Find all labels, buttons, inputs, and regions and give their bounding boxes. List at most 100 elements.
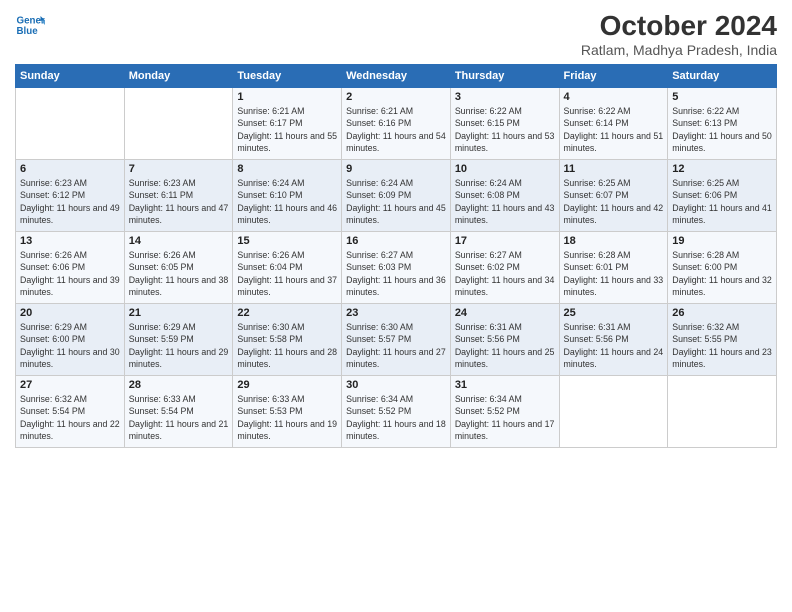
week-row-3: 13 Sunrise: 6:26 AMSunset: 6:06 PMDaylig…: [16, 232, 777, 304]
logo: General Blue: [15, 10, 45, 40]
calendar-cell: 11 Sunrise: 6:25 AMSunset: 6:07 PMDaylig…: [559, 160, 668, 232]
col-saturday: Saturday: [668, 65, 777, 88]
sunrise-info: Sunrise: 6:34 AMSunset: 5:52 PMDaylight:…: [455, 394, 555, 441]
day-number: 28: [129, 379, 229, 391]
calendar-cell: 13 Sunrise: 6:26 AMSunset: 6:06 PMDaylig…: [16, 232, 125, 304]
day-number: 31: [455, 379, 555, 391]
calendar-cell: 29 Sunrise: 6:33 AMSunset: 5:53 PMDaylig…: [233, 376, 342, 448]
calendar-cell: 5 Sunrise: 6:22 AMSunset: 6:13 PMDayligh…: [668, 88, 777, 160]
sunrise-info: Sunrise: 6:26 AMSunset: 6:06 PMDaylight:…: [20, 250, 120, 297]
calendar-cell: 8 Sunrise: 6:24 AMSunset: 6:10 PMDayligh…: [233, 160, 342, 232]
calendar-cell: 3 Sunrise: 6:22 AMSunset: 6:15 PMDayligh…: [450, 88, 559, 160]
sunrise-info: Sunrise: 6:30 AMSunset: 5:58 PMDaylight:…: [237, 322, 337, 369]
main-title: October 2024: [581, 10, 777, 42]
sunrise-info: Sunrise: 6:28 AMSunset: 6:00 PMDaylight:…: [672, 250, 772, 297]
header-row: Sunday Monday Tuesday Wednesday Thursday…: [16, 65, 777, 88]
day-number: 22: [237, 307, 337, 319]
sunrise-info: Sunrise: 6:25 AMSunset: 6:06 PMDaylight:…: [672, 178, 772, 225]
day-number: 26: [672, 307, 772, 319]
sunrise-info: Sunrise: 6:22 AMSunset: 6:13 PMDaylight:…: [672, 106, 772, 153]
calendar-table: Sunday Monday Tuesday Wednesday Thursday…: [15, 64, 777, 448]
day-number: 4: [564, 91, 664, 103]
sunrise-info: Sunrise: 6:23 AMSunset: 6:11 PMDaylight:…: [129, 178, 229, 225]
calendar-cell: [668, 376, 777, 448]
sunrise-info: Sunrise: 6:34 AMSunset: 5:52 PMDaylight:…: [346, 394, 446, 441]
calendar-cell: 28 Sunrise: 6:33 AMSunset: 5:54 PMDaylig…: [124, 376, 233, 448]
calendar-cell: 15 Sunrise: 6:26 AMSunset: 6:04 PMDaylig…: [233, 232, 342, 304]
calendar-cell: 2 Sunrise: 6:21 AMSunset: 6:16 PMDayligh…: [342, 88, 451, 160]
day-number: 14: [129, 235, 229, 247]
day-number: 18: [564, 235, 664, 247]
week-row-1: 1 Sunrise: 6:21 AMSunset: 6:17 PMDayligh…: [16, 88, 777, 160]
calendar-cell: 7 Sunrise: 6:23 AMSunset: 6:11 PMDayligh…: [124, 160, 233, 232]
calendar-cell: 14 Sunrise: 6:26 AMSunset: 6:05 PMDaylig…: [124, 232, 233, 304]
sunrise-info: Sunrise: 6:23 AMSunset: 6:12 PMDaylight:…: [20, 178, 120, 225]
sunrise-info: Sunrise: 6:31 AMSunset: 5:56 PMDaylight:…: [455, 322, 555, 369]
day-number: 27: [20, 379, 120, 391]
sunrise-info: Sunrise: 6:24 AMSunset: 6:09 PMDaylight:…: [346, 178, 446, 225]
day-number: 21: [129, 307, 229, 319]
calendar-cell: 27 Sunrise: 6:32 AMSunset: 5:54 PMDaylig…: [16, 376, 125, 448]
sunrise-info: Sunrise: 6:30 AMSunset: 5:57 PMDaylight:…: [346, 322, 446, 369]
col-friday: Friday: [559, 65, 668, 88]
sunrise-info: Sunrise: 6:28 AMSunset: 6:01 PMDaylight:…: [564, 250, 664, 297]
day-number: 15: [237, 235, 337, 247]
day-number: 19: [672, 235, 772, 247]
sunrise-info: Sunrise: 6:29 AMSunset: 5:59 PMDaylight:…: [129, 322, 229, 369]
col-sunday: Sunday: [16, 65, 125, 88]
sunrise-info: Sunrise: 6:24 AMSunset: 6:08 PMDaylight:…: [455, 178, 555, 225]
calendar-cell: 17 Sunrise: 6:27 AMSunset: 6:02 PMDaylig…: [450, 232, 559, 304]
col-tuesday: Tuesday: [233, 65, 342, 88]
calendar-cell: 19 Sunrise: 6:28 AMSunset: 6:00 PMDaylig…: [668, 232, 777, 304]
subtitle: Ratlam, Madhya Pradesh, India: [581, 42, 777, 58]
day-number: 20: [20, 307, 120, 319]
day-number: 3: [455, 91, 555, 103]
day-number: 6: [20, 163, 120, 175]
calendar-cell: 25 Sunrise: 6:31 AMSunset: 5:56 PMDaylig…: [559, 304, 668, 376]
calendar-cell: [124, 88, 233, 160]
calendar-cell: 21 Sunrise: 6:29 AMSunset: 5:59 PMDaylig…: [124, 304, 233, 376]
calendar-cell: 23 Sunrise: 6:30 AMSunset: 5:57 PMDaylig…: [342, 304, 451, 376]
day-number: 25: [564, 307, 664, 319]
sunrise-info: Sunrise: 6:25 AMSunset: 6:07 PMDaylight:…: [564, 178, 664, 225]
calendar-cell: 26 Sunrise: 6:32 AMSunset: 5:55 PMDaylig…: [668, 304, 777, 376]
day-number: 16: [346, 235, 446, 247]
day-number: 7: [129, 163, 229, 175]
page: General Blue October 2024 Ratlam, Madhya…: [0, 0, 792, 612]
logo-icon: General Blue: [15, 10, 45, 40]
calendar-cell: 4 Sunrise: 6:22 AMSunset: 6:14 PMDayligh…: [559, 88, 668, 160]
sunrise-info: Sunrise: 6:22 AMSunset: 6:15 PMDaylight:…: [455, 106, 555, 153]
calendar-cell: 10 Sunrise: 6:24 AMSunset: 6:08 PMDaylig…: [450, 160, 559, 232]
sunrise-info: Sunrise: 6:21 AMSunset: 6:17 PMDaylight:…: [237, 106, 337, 153]
calendar-cell: 24 Sunrise: 6:31 AMSunset: 5:56 PMDaylig…: [450, 304, 559, 376]
day-number: 12: [672, 163, 772, 175]
calendar-cell: [559, 376, 668, 448]
sunrise-info: Sunrise: 6:24 AMSunset: 6:10 PMDaylight:…: [237, 178, 337, 225]
calendar-cell: [16, 88, 125, 160]
sunrise-info: Sunrise: 6:32 AMSunset: 5:54 PMDaylight:…: [20, 394, 120, 441]
sunrise-info: Sunrise: 6:26 AMSunset: 6:05 PMDaylight:…: [129, 250, 229, 297]
day-number: 10: [455, 163, 555, 175]
sunrise-info: Sunrise: 6:27 AMSunset: 6:02 PMDaylight:…: [455, 250, 555, 297]
calendar-cell: 6 Sunrise: 6:23 AMSunset: 6:12 PMDayligh…: [16, 160, 125, 232]
sunrise-info: Sunrise: 6:22 AMSunset: 6:14 PMDaylight:…: [564, 106, 664, 153]
calendar-cell: 18 Sunrise: 6:28 AMSunset: 6:01 PMDaylig…: [559, 232, 668, 304]
header: General Blue October 2024 Ratlam, Madhya…: [15, 10, 777, 58]
day-number: 9: [346, 163, 446, 175]
day-number: 29: [237, 379, 337, 391]
day-number: 17: [455, 235, 555, 247]
sunrise-info: Sunrise: 6:29 AMSunset: 6:00 PMDaylight:…: [20, 322, 120, 369]
calendar-cell: 9 Sunrise: 6:24 AMSunset: 6:09 PMDayligh…: [342, 160, 451, 232]
day-number: 24: [455, 307, 555, 319]
sunrise-info: Sunrise: 6:27 AMSunset: 6:03 PMDaylight:…: [346, 250, 446, 297]
calendar-cell: 12 Sunrise: 6:25 AMSunset: 6:06 PMDaylig…: [668, 160, 777, 232]
day-number: 13: [20, 235, 120, 247]
col-monday: Monday: [124, 65, 233, 88]
week-row-4: 20 Sunrise: 6:29 AMSunset: 6:00 PMDaylig…: [16, 304, 777, 376]
sunrise-info: Sunrise: 6:33 AMSunset: 5:53 PMDaylight:…: [237, 394, 337, 441]
calendar-cell: 22 Sunrise: 6:30 AMSunset: 5:58 PMDaylig…: [233, 304, 342, 376]
day-number: 8: [237, 163, 337, 175]
calendar-cell: 16 Sunrise: 6:27 AMSunset: 6:03 PMDaylig…: [342, 232, 451, 304]
col-wednesday: Wednesday: [342, 65, 451, 88]
calendar-cell: 1 Sunrise: 6:21 AMSunset: 6:17 PMDayligh…: [233, 88, 342, 160]
